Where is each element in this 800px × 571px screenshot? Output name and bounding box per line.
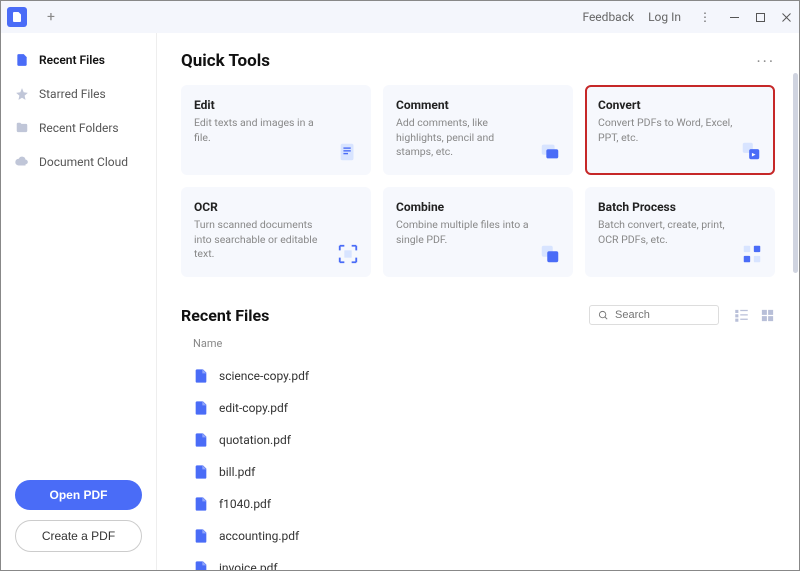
file-row[interactable]: science-copy.pdf	[193, 360, 775, 392]
sidebar-item-label: Starred Files	[39, 87, 106, 101]
file-row[interactable]: quotation.pdf	[193, 424, 775, 456]
edit-icon	[336, 140, 360, 164]
recent-files-title: Recent Files	[181, 306, 589, 325]
quick-tools-grid: Edit Edit texts and images in a file. Co…	[181, 85, 775, 277]
app-icon	[7, 7, 27, 27]
tool-title: Batch Process	[598, 200, 762, 214]
tool-batch-process[interactable]: Batch Process Batch convert, create, pri…	[585, 187, 775, 277]
file-row[interactable]: accounting.pdf	[193, 520, 775, 552]
file-name: f1040.pdf	[219, 497, 271, 511]
scrollbar[interactable]	[793, 73, 798, 273]
file-icon	[15, 53, 29, 67]
tool-ocr[interactable]: OCR Turn scanned documents into searchab…	[181, 187, 371, 277]
tool-combine[interactable]: Combine Combine multiple files into a si…	[383, 187, 573, 277]
sidebar-item-document-cloud[interactable]: Document Cloud	[1, 145, 156, 179]
tool-desc: Edit texts and images in a file.	[194, 116, 358, 145]
file-row[interactable]: bill.pdf	[193, 456, 775, 488]
comment-icon	[538, 140, 562, 164]
tool-edit[interactable]: Edit Edit texts and images in a file.	[181, 85, 371, 175]
convert-icon	[739, 139, 763, 163]
file-name: edit-copy.pdf	[219, 401, 288, 415]
sidebar: Recent Files Starred Files Recent Folder…	[1, 33, 157, 570]
folder-icon	[15, 121, 29, 135]
pdf-file-icon	[193, 464, 209, 480]
list-view-button[interactable]	[733, 307, 749, 323]
tool-convert[interactable]: Convert Convert PDFs to Word, Excel, PPT…	[585, 85, 775, 175]
tool-title: Comment	[396, 98, 560, 112]
grid-view-button[interactable]	[759, 307, 775, 323]
more-menu-button[interactable]: ⋮	[695, 2, 715, 32]
ocr-icon	[336, 242, 360, 266]
file-name: accounting.pdf	[219, 529, 299, 543]
pdf-file-icon	[193, 400, 209, 416]
combine-icon	[538, 242, 562, 266]
tool-title: Combine	[396, 200, 560, 214]
more-icon[interactable]: ···	[756, 52, 775, 71]
column-header-name: Name	[193, 337, 775, 350]
file-name: bill.pdf	[219, 465, 255, 479]
search-icon	[598, 310, 609, 321]
file-name: science-copy.pdf	[219, 369, 309, 383]
sidebar-item-starred-files[interactable]: Starred Files	[1, 77, 156, 111]
login-link[interactable]: Log In	[648, 10, 681, 24]
pdf-file-icon	[193, 560, 209, 570]
pdf-file-icon	[193, 432, 209, 448]
sidebar-item-recent-folders[interactable]: Recent Folders	[1, 111, 156, 145]
main-content: Quick Tools ··· Edit Edit texts and imag…	[157, 33, 799, 570]
batch-icon	[740, 242, 764, 266]
search-input[interactable]	[615, 309, 710, 321]
tool-desc: Combine multiple files into a single PDF…	[396, 218, 560, 247]
tool-desc: Turn scanned documents into searchable o…	[194, 218, 358, 262]
sidebar-item-recent-files[interactable]: Recent Files	[1, 43, 156, 77]
cloud-icon	[15, 155, 29, 169]
tool-title: Edit	[194, 98, 358, 112]
quick-tools-title: Quick Tools	[181, 51, 270, 71]
feedback-link[interactable]: Feedback	[582, 10, 634, 24]
sidebar-item-label: Document Cloud	[39, 155, 128, 169]
open-pdf-button[interactable]: Open PDF	[15, 480, 142, 510]
minimize-button[interactable]	[721, 2, 747, 32]
pdf-file-icon	[193, 496, 209, 512]
tool-desc: Add comments, like highlights, pencil an…	[396, 116, 560, 160]
close-button[interactable]	[773, 2, 799, 32]
file-row[interactable]: edit-copy.pdf	[193, 392, 775, 424]
titlebar: + Feedback Log In ⋮	[1, 1, 799, 33]
maximize-button[interactable]	[747, 2, 773, 32]
sidebar-item-label: Recent Folders	[39, 121, 119, 135]
file-name: invoice.pdf	[219, 561, 278, 570]
file-row[interactable]: f1040.pdf	[193, 488, 775, 520]
tool-title: Convert	[598, 98, 762, 112]
star-icon	[15, 87, 29, 101]
file-row[interactable]: invoice.pdf	[193, 552, 775, 570]
file-name: quotation.pdf	[219, 433, 291, 447]
tool-desc: Convert PDFs to Word, Excel, PPT, etc.	[598, 116, 762, 145]
pdf-file-icon	[193, 368, 209, 384]
file-list: Name science-copy.pdf edit-copy.pdf quot…	[181, 337, 775, 570]
tool-title: OCR	[194, 200, 358, 214]
pdf-file-icon	[193, 528, 209, 544]
tool-comment[interactable]: Comment Add comments, like highlights, p…	[383, 85, 573, 175]
create-pdf-button[interactable]: Create a PDF	[15, 520, 142, 552]
sidebar-item-label: Recent Files	[39, 53, 105, 67]
new-tab-button[interactable]: +	[39, 5, 63, 29]
tool-desc: Batch convert, create, print, OCR PDFs, …	[598, 218, 762, 247]
search-box[interactable]	[589, 305, 719, 325]
